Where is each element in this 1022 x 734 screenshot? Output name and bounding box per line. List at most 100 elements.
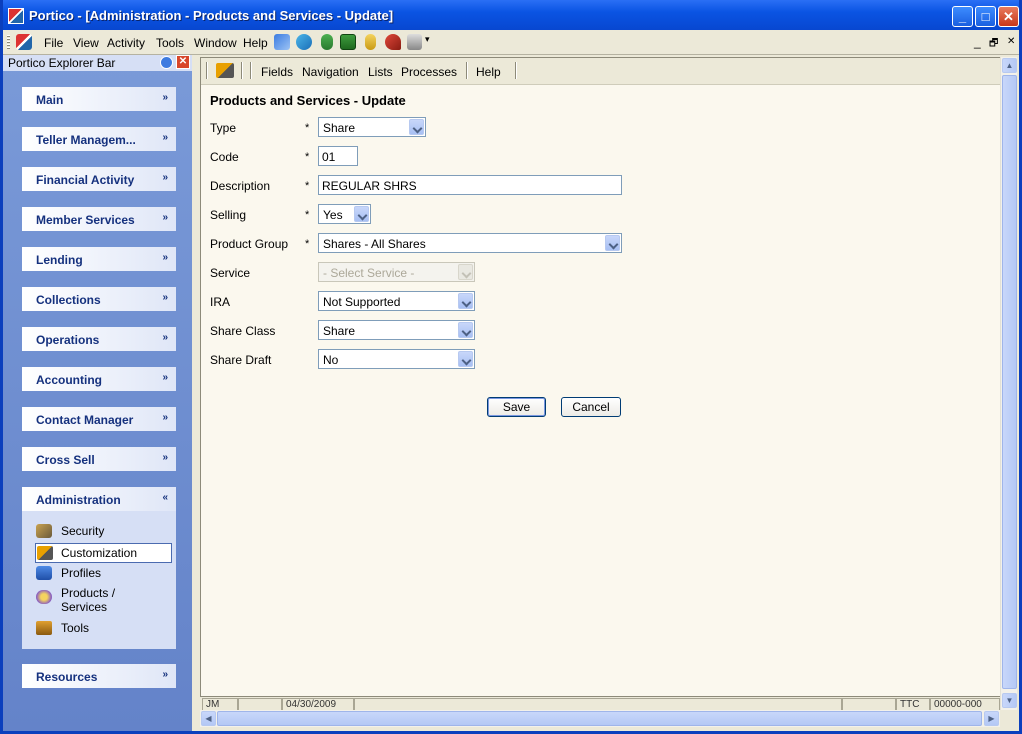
share-class-select[interactable]: Share [318,320,475,340]
printer-icon[interactable] [407,34,422,50]
chevron-down-icon[interactable] [458,351,473,367]
chevron-down-icon[interactable]: » [162,332,168,343]
vertical-scrollbar[interactable]: ▲ ▼ [1000,57,1017,710]
menu-view[interactable]: View [73,36,99,50]
product-group-select[interactable]: Shares - All Shares [318,233,622,253]
customization-icon [37,546,53,560]
coin-icon[interactable] [365,34,376,50]
chevron-down-icon[interactable]: » [162,132,168,143]
type-select[interactable]: Share [318,117,426,137]
money-bag-icon[interactable] [321,34,333,50]
nav-section-label: Accounting [36,373,102,387]
admin-item-tools[interactable]: Tools [36,619,156,637]
save-button[interactable]: Save [487,397,546,417]
horizontal-scrollbar[interactable]: ◀ ▶ [200,710,1000,727]
products-services-icon [36,590,52,604]
nav-section-operations[interactable]: Operations » [22,327,176,351]
code-input[interactable]: 01 [318,146,358,166]
horizontal-scroll-thumb[interactable] [217,711,982,726]
nav-section-teller-management[interactable]: Teller Managem... » [22,127,176,151]
selling-select[interactable]: Yes [318,204,371,224]
nav-section-label: Administration [36,493,121,507]
share-draft-select[interactable]: No [318,349,475,369]
scroll-left-icon[interactable]: ◀ [201,711,216,726]
maximize-button[interactable]: □ [975,6,996,27]
customization-toolbar-icon[interactable] [216,63,234,78]
portico-menu-icon[interactable] [16,34,32,50]
mdi-restore-button[interactable]: 🗗 [989,36,998,53]
nav-section-cross-sell[interactable]: Cross Sell » [22,447,176,471]
toolbar-fields[interactable]: Fields [261,65,293,79]
toolbar-separator [206,62,208,79]
menu-help[interactable]: Help [243,36,268,50]
admin-item-security[interactable]: Security [36,522,156,540]
cancel-button[interactable]: Cancel [561,397,621,417]
nav-section-resources[interactable]: Resources » [22,664,176,688]
admin-item-customization[interactable]: Customization [35,543,172,563]
admin-item-products-services[interactable]: Products / Services [36,584,156,616]
nav-section-contact-manager[interactable]: Contact Manager » [22,407,176,431]
admin-item-profiles[interactable]: Profiles [36,564,156,582]
nav-section-financial-activity[interactable]: Financial Activity » [22,167,176,191]
status-account: 00000-000 [930,698,1000,710]
status-date: 04/30/2009 [282,698,354,710]
chevron-down-icon[interactable]: » [162,669,168,680]
service-select: - Select Service - [318,262,475,282]
chevron-down-icon[interactable]: » [162,252,168,263]
computer-icon[interactable] [274,34,290,50]
toolbar-separator [250,62,252,79]
portico-app-icon[interactable] [8,8,24,24]
chevron-down-icon[interactable]: » [162,92,168,103]
pin-icon[interactable] [160,56,173,69]
chevron-down-icon[interactable]: » [162,372,168,383]
chevron-down-icon[interactable]: » [162,172,168,183]
toolbar-processes[interactable]: Processes [401,65,457,79]
menu-activity[interactable]: Activity [107,36,145,50]
chevron-down-icon[interactable] [458,322,473,338]
toolbar-grip[interactable] [7,35,10,50]
required-marker: * [305,151,310,163]
nav-section-main[interactable]: Main » [22,87,176,111]
ira-select[interactable]: Not Supported [318,291,475,311]
nav-section-administration[interactable]: Administration « [22,487,176,511]
minimize-button[interactable]: _ [952,6,973,27]
code-value: 01 [322,150,336,164]
link-icon[interactable] [296,34,312,50]
scroll-right-icon[interactable]: ▶ [984,711,999,726]
toolbar-help[interactable]: Help [476,65,501,79]
nav-section-member-services[interactable]: Member Services » [22,207,176,231]
title-bar[interactable]: Portico - [Administration - Products and… [3,0,1019,30]
description-input[interactable]: REGULAR SHRS [318,175,622,195]
chevron-down-icon[interactable]: » [162,292,168,303]
menu-tools[interactable]: Tools [156,36,184,50]
status-cell-empty [238,698,282,710]
toolbar-lists[interactable]: Lists [368,65,393,79]
redo-arrow-icon[interactable] [385,34,401,50]
chevron-up-icon[interactable]: « [162,492,168,503]
vertical-scroll-thumb[interactable] [1002,75,1017,689]
admin-item-label: Customization [61,546,138,560]
chevron-down-icon[interactable]: » [162,452,168,463]
menu-window[interactable]: Window [194,36,237,50]
chevron-down-icon[interactable] [605,235,620,251]
chevron-down-icon[interactable]: » [162,412,168,423]
chevron-down-icon[interactable]: » [162,212,168,223]
menu-file[interactable]: File [44,36,63,50]
scroll-down-icon[interactable]: ▼ [1002,693,1017,708]
chevron-down-icon[interactable] [458,293,473,309]
admin-item-label: Profiles [61,566,102,580]
toolbar-navigation[interactable]: Navigation [302,65,359,79]
service-label: Service [210,266,251,280]
chevron-down-icon[interactable] [409,119,424,135]
printer-dropdown-icon[interactable]: ▾ [425,34,430,45]
chevron-down-icon[interactable] [354,206,369,222]
mdi-minimize-button[interactable]: _ [974,35,981,49]
mdi-close-button[interactable]: ✕ [1007,36,1015,47]
nav-section-lending[interactable]: Lending » [22,247,176,271]
nav-section-collections[interactable]: Collections » [22,287,176,311]
close-button[interactable]: ✕ [998,6,1019,27]
explorer-close-button[interactable]: ✕ [176,55,190,69]
scroll-up-icon[interactable]: ▲ [1002,58,1017,73]
cash-icon[interactable] [340,34,356,50]
nav-section-accounting[interactable]: Accounting » [22,367,176,391]
